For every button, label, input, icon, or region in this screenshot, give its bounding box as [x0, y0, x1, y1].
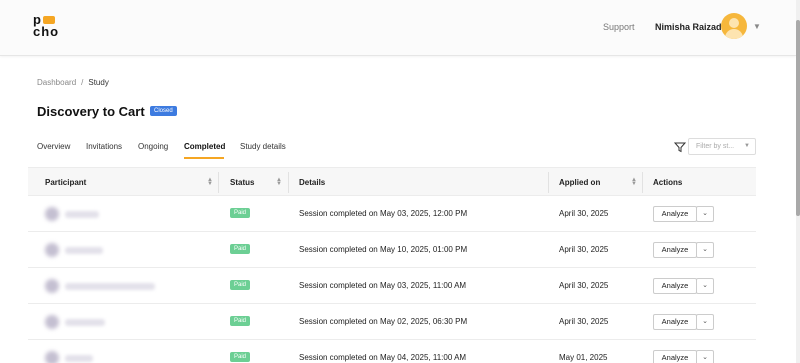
- participant-avatar: [45, 279, 59, 293]
- column-header-applied-on[interactable]: Applied on: [559, 178, 600, 187]
- tab-completed[interactable]: Completed: [184, 142, 225, 151]
- analyze-button[interactable]: Analyze: [653, 278, 697, 294]
- column-divider: [642, 172, 643, 193]
- support-link[interactable]: Support: [603, 22, 635, 32]
- breadcrumb: Dashboard / Study: [37, 78, 109, 87]
- page-scrollbar[interactable]: [796, 0, 800, 363]
- session-details: Session completed on May 04, 2025, 11:00…: [299, 353, 467, 362]
- study-status-badge: Closed: [150, 106, 177, 116]
- participant-name-redacted: [65, 247, 103, 254]
- tab-overview[interactable]: Overview: [37, 142, 70, 151]
- sort-icon[interactable]: ▲ ▼: [207, 177, 213, 187]
- table-row: Paid Session completed on May 03, 2025, …: [28, 268, 756, 304]
- row-actions-chevron-down-icon[interactable]: ⌄: [696, 350, 714, 363]
- participants-table: Participant ▲ ▼ Status ▲ ▼ Details Applied…: [28, 167, 756, 363]
- session-details: Session completed on May 10, 2025, 01:00…: [299, 245, 468, 254]
- column-header-actions: Actions: [653, 178, 683, 187]
- table-row: Paid Session completed on May 10, 2025, …: [28, 232, 756, 268]
- column-divider: [548, 172, 549, 193]
- applied-on-date: April 30, 2025: [559, 209, 609, 218]
- table-row: Paid Session completed on May 02, 2025, …: [28, 304, 756, 340]
- analyze-button[interactable]: Analyze: [653, 242, 697, 258]
- participant-avatar: [45, 243, 59, 257]
- avatar-head-shape: [729, 18, 739, 28]
- column-header-status[interactable]: Status: [230, 178, 254, 187]
- tab-study-details[interactable]: Study details: [240, 142, 286, 151]
- row-actions-chevron-down-icon[interactable]: ⌄: [696, 206, 714, 222]
- table-header: Participant ▲ ▼ Status ▲ ▼ Details Applied…: [28, 167, 756, 196]
- applied-on-date: April 30, 2025: [559, 245, 609, 254]
- row-actions-chevron-down-icon[interactable]: ⌄: [696, 278, 714, 294]
- analyze-button[interactable]: Analyze: [653, 206, 697, 222]
- user-name[interactable]: Nimisha Raizada: [655, 22, 727, 32]
- logo-text-line-2: cho: [33, 24, 60, 39]
- sort-icon[interactable]: ▲ ▼: [631, 177, 637, 187]
- column-divider: [288, 172, 289, 193]
- table-row: Paid Session completed on May 04, 2025, …: [28, 340, 756, 363]
- top-navigation-bar: p cho Support Nimisha Raizada ▼: [0, 0, 796, 56]
- filter-icon[interactable]: [674, 141, 686, 153]
- row-actions-chevron-down-icon[interactable]: ⌄: [696, 242, 714, 258]
- column-divider: [218, 172, 219, 193]
- status-badge: Paid: [230, 208, 251, 218]
- active-tab-indicator: [184, 157, 224, 159]
- participant-name-redacted: [65, 355, 93, 362]
- participant-avatar: [45, 207, 59, 221]
- tab-invitations[interactable]: Invitations: [86, 142, 122, 151]
- row-actions-chevron-down-icon[interactable]: ⌄: [696, 314, 714, 330]
- participant-name-redacted: [65, 211, 99, 218]
- breadcrumb-dashboard-link[interactable]: Dashboard: [37, 78, 76, 87]
- status-filter-select[interactable]: Filter by st... ▼: [688, 138, 756, 155]
- chevron-down-icon: ▼: [744, 143, 750, 149]
- table-row: Paid Session completed on May 03, 2025, …: [28, 196, 756, 232]
- analyze-button[interactable]: Analyze: [653, 350, 697, 363]
- status-badge: Paid: [230, 316, 251, 326]
- avatar-body-shape: [725, 29, 743, 39]
- applied-on-date: May 01, 2025: [559, 353, 608, 362]
- breadcrumb-current: Study: [88, 78, 109, 87]
- status-badge: Paid: [230, 280, 251, 290]
- participant-avatar: [45, 351, 59, 363]
- session-details: Session completed on May 02, 2025, 06:30…: [299, 317, 468, 326]
- analyze-button[interactable]: Analyze: [653, 314, 697, 330]
- app-logo[interactable]: p cho: [33, 13, 67, 40]
- applied-on-date: April 30, 2025: [559, 281, 609, 290]
- column-header-details: Details: [299, 178, 326, 187]
- logo-chat-bubble-icon: [43, 16, 55, 24]
- user-avatar[interactable]: [721, 13, 747, 39]
- breadcrumb-separator: /: [81, 78, 84, 87]
- page-title: Discovery to Cart: [37, 104, 145, 119]
- status-badge: Paid: [230, 244, 251, 254]
- applied-on-date: April 30, 2025: [559, 317, 609, 326]
- sort-icon[interactable]: ▲ ▼: [276, 177, 282, 187]
- session-details: Session completed on May 03, 2025, 11:00…: [299, 281, 467, 290]
- scrollbar-thumb[interactable]: [796, 20, 800, 216]
- participant-name-redacted: [65, 319, 105, 326]
- status-badge: Paid: [230, 352, 251, 362]
- user-menu-chevron-down-icon[interactable]: ▼: [753, 22, 761, 31]
- column-header-participant[interactable]: Participant: [45, 178, 86, 187]
- participant-name-redacted: [65, 283, 155, 290]
- filter-placeholder: Filter by st...: [696, 143, 735, 150]
- session-details: Session completed on May 03, 2025, 12:00…: [299, 209, 468, 218]
- tab-ongoing[interactable]: Ongoing: [138, 142, 168, 151]
- participant-avatar: [45, 315, 59, 329]
